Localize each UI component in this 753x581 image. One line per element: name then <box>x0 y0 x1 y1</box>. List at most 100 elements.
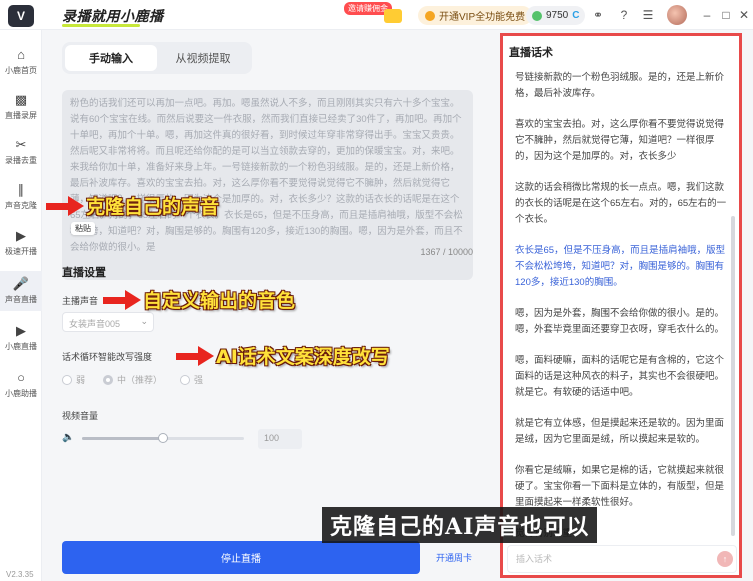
bulb-icon: ○ <box>17 370 25 385</box>
minimize-icon[interactable]: – <box>699 7 715 23</box>
script-paragraph: 你看它是绒嘛，如果它是棉的话，它就摸起来就很硬了。宝宝你看一下面料是立体的，有版… <box>515 465 725 508</box>
play-icon: ▶ <box>16 228 26 243</box>
sidebar-item-recording[interactable]: ▩ 直播录屏 <box>0 87 42 127</box>
annotation-voice-clone: 克隆自己的声音 <box>46 192 219 219</box>
script-textarea[interactable]: 粉色的话我们还可以再加一点吧。再加。嗯虽然说人不多，而且刚刚其实只有六十多个宝宝… <box>62 90 473 280</box>
voice-select-value: 女装声音005 <box>69 319 121 329</box>
sidebar-item-voice-clone[interactable]: ∥ 声音克隆 <box>0 177 42 217</box>
sidebar-item-label: 声音直播 <box>5 295 37 304</box>
maximize-icon[interactable]: □ <box>718 7 734 23</box>
red-arrow-icon <box>46 195 86 216</box>
vip-label: 开通VIP全功能免费 <box>439 12 526 23</box>
annotation-text: 克隆自己的声音 <box>86 196 220 218</box>
video-icon: ▩ <box>14 92 28 107</box>
coin-suffix: C <box>572 10 580 21</box>
rewrite-radio-group: 弱 中（推荐） 强 <box>62 373 203 386</box>
sidebar-item-live[interactable]: ▶ 小鹿直播 <box>0 318 42 358</box>
sidebar-item-label: 录播去重 <box>5 156 37 165</box>
script-paragraph: 这款的话会稍微比常规的长一点点。嗯，我们这款的衣长的话呢是在这个65左右。对的，… <box>515 182 727 225</box>
script-paragraph: 就是它有立体感，但是摸起来还是软的。因为里面是绒，因为它里面是绒，所以摸起来是软… <box>515 418 725 445</box>
script-paragraph: 号链接新款的一个粉色羽绒服。是的，还是上新价格，最后补波库存。 <box>515 72 725 99</box>
volume-knob[interactable] <box>158 433 168 443</box>
vip-button[interactable]: 开通VIP全功能免费 <box>418 6 533 25</box>
volume-fill <box>82 437 163 440</box>
help-icon[interactable]: ? <box>616 7 632 23</box>
script-paragraph: 嗯，因为是外套，胸围不会给你做的很小。是的。嗯，外套毕竟里面还要穿卫衣呀，穿毛衣… <box>515 308 725 335</box>
char-counter: 1367 / 10000 <box>420 247 473 257</box>
sidebar-item-voice-live[interactable]: 🎤 声音直播 <box>0 271 42 311</box>
waveform-icon: ∥ <box>17 182 25 197</box>
script-paragraph: 嗯，面料硬嘛，面料的话呢它是有含棉的，它这个面料的话是这种风衣的料子，其实也不会… <box>515 355 725 398</box>
menu-icon[interactable]: ☰ <box>640 7 656 23</box>
radio-icon <box>103 374 114 385</box>
coin-count: 9750 <box>546 10 569 21</box>
coin-icon <box>532 10 542 21</box>
voice-select[interactable]: 女装声音005 ⌄ <box>62 312 154 332</box>
radio-label: 中（推荐） <box>117 375 163 385</box>
sidebar: ⌂ 小鹿首页 ▩ 直播录屏 ✂ 录播去重 ∥ 声音克隆 ▶ 极速开播 🎤 声音直… <box>0 30 42 581</box>
rewrite-option-strong[interactable]: 强 <box>180 373 203 386</box>
sidebar-item-label: 声音克隆 <box>5 201 37 210</box>
sidebar-item-assistant[interactable]: ○ 小鹿助播 <box>0 365 42 405</box>
script-panel: 直播话术 号链接新款的一个粉色羽绒服。是的，还是上新价格，最后补波库存。喜欢的宝… <box>500 33 742 578</box>
close-icon[interactable]: ✕ <box>736 7 752 23</box>
insert-script-input[interactable]: 插入话术 <box>507 545 737 573</box>
headset-icon[interactable]: ⚭ <box>590 7 606 23</box>
speaker-icon: 🔈 <box>62 432 75 443</box>
video-caption: 克隆自己的AI声音也可以 <box>322 507 598 543</box>
vip-icon <box>425 10 435 21</box>
gift-icon[interactable] <box>384 9 402 23</box>
script-paragraph-list: 号链接新款的一个粉色羽绒服。是的，还是上新价格，最后补波库存。喜欢的宝宝去拍。对… <box>515 70 727 540</box>
sidebar-item-home[interactable]: ⌂ 小鹿首页 <box>0 42 42 82</box>
volume-input[interactable]: 100 <box>258 429 302 449</box>
radio-label: 弱 <box>76 375 86 385</box>
title-bar: V 录播就用小鹿播 邀请赚佣金 开通VIP全功能免费 9750 C ⚭ ? ☰ … <box>0 0 753 30</box>
volume-label: 视频音量 <box>62 411 99 421</box>
script-panel-title: 直播话术 <box>509 47 553 59</box>
script-paragraph: 喜欢的宝宝去拍。对，这么厚你看不要觉得说觉得它不臃肿，然后就觉得它薄，知道吧？一… <box>515 119 725 162</box>
sidebar-item-label: 直播录屏 <box>5 111 37 120</box>
sidebar-item-quick-start[interactable]: ▶ 极速开播 <box>0 223 42 263</box>
tab-extract-video[interactable]: 从视频提取 <box>157 45 249 71</box>
send-icon[interactable]: ↑ <box>717 551 733 567</box>
input-tabs: 手动输入 从视频提取 <box>62 42 252 74</box>
brand-underline <box>62 24 140 27</box>
red-arrow-icon <box>176 345 216 366</box>
script-paragraph: 衣长是65，但是不压身高，而且是插肩袖哦，版型不会松松垮垮，知道吧？对，胸围是够… <box>515 245 726 288</box>
radio-icon <box>62 374 72 385</box>
red-arrow-icon <box>103 289 143 310</box>
sidebar-item-label: 极速开播 <box>5 247 37 256</box>
rewrite-label: 话术循环智能改写强度 <box>62 352 153 362</box>
sidebar-item-label: 小鹿直播 <box>5 342 37 351</box>
stop-live-button[interactable]: 停止直播 <box>62 541 420 574</box>
annotation-ai-rewrite: AI话术文案深度改写 <box>176 342 390 369</box>
microphone-icon: 🎤 <box>12 276 30 291</box>
tab-manual-input[interactable]: 手动输入 <box>65 45 157 71</box>
sidebar-item-label: 小鹿首页 <box>5 66 37 75</box>
rewrite-option-medium[interactable]: 中（推荐） <box>103 373 162 386</box>
weekly-card-link[interactable]: 开通周卡 <box>436 551 472 564</box>
sidebar-item-dedupe[interactable]: ✂ 录播去重 <box>0 132 42 172</box>
radio-icon <box>180 374 191 385</box>
app-brand: 录播就用小鹿播 <box>62 8 164 24</box>
radio-label: 强 <box>194 375 204 385</box>
play-circle-icon: ▶ <box>16 323 26 338</box>
chevron-down-icon: ⌄ <box>140 316 148 326</box>
coin-balance[interactable]: 9750 C <box>526 6 586 25</box>
sidebar-item-label: 小鹿助播 <box>5 389 37 398</box>
voice-label: 主播声音 <box>62 296 99 306</box>
app-logo: V <box>8 5 34 27</box>
version-label: V2.3.35 <box>6 570 34 579</box>
scissors-icon: ✂ <box>15 137 27 152</box>
rewrite-option-weak[interactable]: 弱 <box>62 373 85 386</box>
annotation-text: AI话术文案深度改写 <box>216 346 390 368</box>
annotation-voice-tone: 自定义输出的音色 <box>103 286 295 313</box>
live-settings-title: 直播设置 <box>62 267 106 279</box>
paste-tag[interactable]: 粘贴 <box>71 222 95 235</box>
home-icon: ⌂ <box>17 47 25 62</box>
scrollbar[interactable] <box>731 216 735 536</box>
volume-slider[interactable] <box>82 433 244 443</box>
annotation-text: 自定义输出的音色 <box>143 290 296 312</box>
avatar[interactable] <box>667 5 687 25</box>
volume-row: 🔈 100 <box>62 429 302 449</box>
